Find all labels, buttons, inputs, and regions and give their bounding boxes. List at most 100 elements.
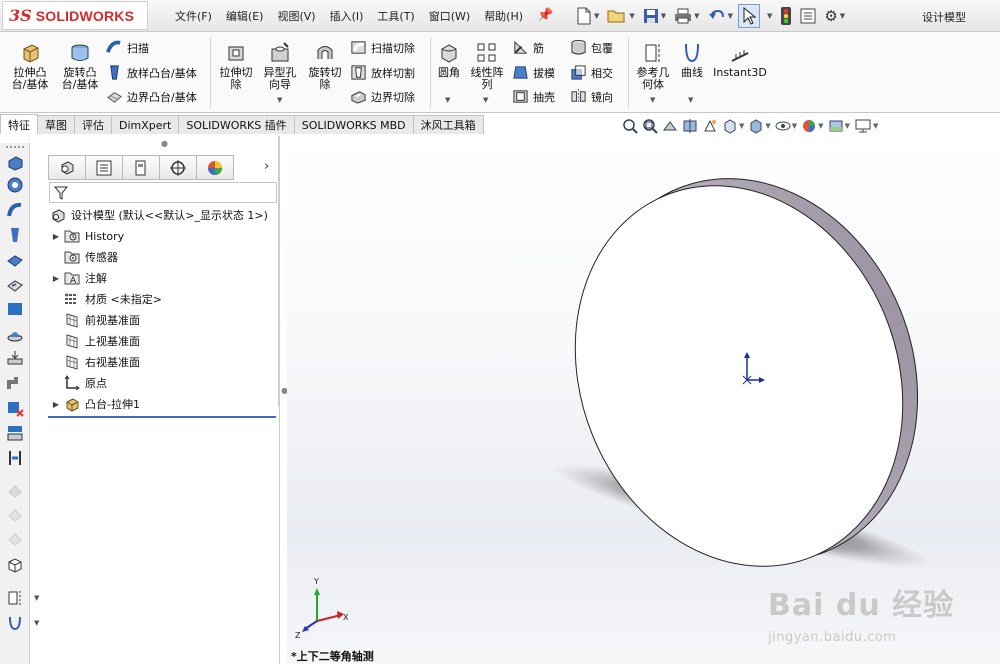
left-tool-thicken[interactable] [5,348,25,368]
edit-appearance-button[interactable]: ▼ [801,118,824,134]
panel-collapse-handle[interactable]: ● [161,139,168,148]
expand-arrow-icon[interactable]: ▶ [49,400,63,409]
left-tool-reference[interactable] [5,588,25,608]
expand-arrow-icon[interactable]: ▶ [49,274,63,283]
panel-expand-arrow-icon[interactable]: › [264,159,269,174]
zoom-to-area-button[interactable] [642,118,658,134]
tree-item-origin[interactable]: 原点 [49,373,107,393]
loft-boss-button[interactable]: 放样凸台/基体 [106,64,197,81]
expand-arrow-icon[interactable]: ▶ [49,232,63,241]
reference-geometry-button[interactable]: 参考几 何体 [632,41,674,91]
section-view-button[interactable] [682,118,698,134]
view-orientation-button[interactable]: ▼ [722,118,744,134]
select-dropdown[interactable]: ▼ [762,4,775,28]
intersect-button[interactable]: 相交 [570,64,613,81]
mirror-button[interactable]: 镜向 [570,88,613,105]
reference-dropdown[interactable]: ▼ [34,594,39,602]
select-button[interactable] [737,4,760,28]
rollback-bar[interactable] [48,416,276,418]
tab-solidworks-addins[interactable]: SOLIDWORKS 插件 [178,115,295,134]
wrap-button[interactable]: 包覆 [570,39,613,56]
boundary-boss-button[interactable]: 边界凸台/基体 [106,88,197,105]
curves-dropdown-left[interactable]: ▼ [34,619,39,627]
menu-window[interactable]: 窗口(W) [422,8,477,24]
undo-button[interactable]: ▼ [705,4,736,28]
menu-edit[interactable]: 编辑(E) [219,8,271,24]
tab-configurationmanager[interactable] [122,155,160,180]
options-button[interactable]: ⚙ ▼ [821,4,848,28]
tree-item-right-plane[interactable]: 右视基准面 [49,352,140,372]
tab-dimxpert[interactable]: DimXpert [111,115,180,134]
menu-insert[interactable]: 插入(I) [323,8,371,24]
tree-item-history[interactable]: ▶ History [49,226,124,246]
print-button[interactable]: ▼ [671,4,702,28]
linear-pattern-button[interactable]: 线性阵 列 [467,41,507,91]
menu-file[interactable]: 文件(F) [168,8,219,24]
revolve-boss-button[interactable]: 旋转凸 台/基体 [56,41,104,91]
left-tool-sweep[interactable] [5,200,25,220]
pin-menu-icon[interactable]: 📌 [537,8,553,23]
fillet-dropdown[interactable]: ▼ [445,96,450,104]
tab-displaymanager[interactable] [196,155,234,180]
revolve-cut-button[interactable]: 旋转切 除 [303,41,347,91]
tree-item-material[interactable]: 材质 <未指定> [49,289,162,309]
tab-evaluate[interactable]: 评估 [74,115,112,134]
panel-splitter[interactable]: ● [279,136,288,664]
tree-item-annotations[interactable]: ▶ A 注解 [49,268,107,288]
left-tool-combine[interactable] [5,423,25,443]
left-tool-cut[interactable] [5,275,25,295]
feature-tree-filter[interactable] [49,182,277,203]
rib-button[interactable]: 筋 [512,39,544,56]
loft-cut-button[interactable]: 放样切割 [350,64,415,81]
tree-root-part[interactable]: 设计模型 (默认<<默认>_显示状态 1>) [49,205,268,225]
left-tool-split[interactable] [5,448,25,468]
sweep-button[interactable]: 扫描 [106,39,149,56]
left-tool-revolve[interactable] [5,175,25,195]
tab-features[interactable]: 特征 [0,114,38,134]
view-settings-button[interactable]: ▼ [854,118,878,134]
hole-wizard-dropdown[interactable]: ▼ [277,96,282,104]
tab-mufeng-toolbox[interactable]: 沐风工具箱 [412,115,484,134]
sweep-cut-button[interactable]: 扫描切除 [350,39,415,56]
linear-pattern-dropdown[interactable]: ▼ [483,96,488,104]
menu-help[interactable]: 帮助(H) [477,8,530,24]
fillet-button[interactable]: 圆角 [434,41,464,79]
apply-scene-button[interactable]: ▼ [828,118,850,134]
zoom-to-fit-button[interactable] [622,118,638,134]
left-tool-pipe[interactable] [5,373,25,393]
file-properties-button[interactable] [797,4,819,28]
tree-item-sensors[interactable]: 传感器 [49,247,118,267]
left-tool-dome[interactable] [5,324,25,344]
left-tool-curves[interactable] [5,613,25,633]
open-button[interactable]: ▼ [604,4,637,28]
left-tool-boundary[interactable] [5,250,25,270]
reference-geometry-dropdown[interactable]: ▼ [650,96,655,104]
left-tool-box[interactable] [5,555,25,575]
save-button[interactable]: ▼ [640,4,669,28]
tree-item-top-plane[interactable]: 上视基准面 [49,331,140,351]
curves-dropdown[interactable]: ▼ [688,96,693,104]
toolbar-grip[interactable] [6,146,24,148]
instant3d-button[interactable]: Instant3D [712,41,768,79]
tab-dimxpertmanager[interactable] [159,155,197,180]
extrude-cut-button[interactable]: 拉伸切 除 [214,41,258,91]
rebuild-button[interactable] [777,4,795,28]
left-tool-loft[interactable] [5,225,25,245]
left-tool-delete-body[interactable] [5,398,25,418]
hide-show-items-button[interactable]: ▼ [775,118,797,134]
hole-wizard-button[interactable]: 异型孔 向导 [258,41,302,91]
tab-sketch[interactable]: 草图 [37,115,75,134]
view-triad[interactable]: Y X Z [295,577,349,640]
new-document-button[interactable]: ▼ [573,4,602,28]
menu-tools[interactable]: 工具(T) [370,8,421,24]
curves-button[interactable]: 曲线 [676,41,708,79]
display-style-button[interactable]: ▼ [748,118,771,134]
previous-view-button[interactable] [662,118,678,134]
extrude-boss-button[interactable]: 拉伸凸 台/基体 [6,41,54,91]
draft-button[interactable]: 拔模 [512,64,555,81]
tree-item-front-plane[interactable]: 前视基准面 [49,310,140,330]
boundary-cut-button[interactable]: 边界切除 [350,88,415,105]
tree-item-boss-extrude1[interactable]: ▶ 凸台-拉伸1 [49,394,140,414]
solidworks-logo[interactable]: 3S SOLIDWORKS [2,1,148,30]
tab-solidworks-mbd[interactable]: SOLIDWORKS MBD [293,115,414,134]
